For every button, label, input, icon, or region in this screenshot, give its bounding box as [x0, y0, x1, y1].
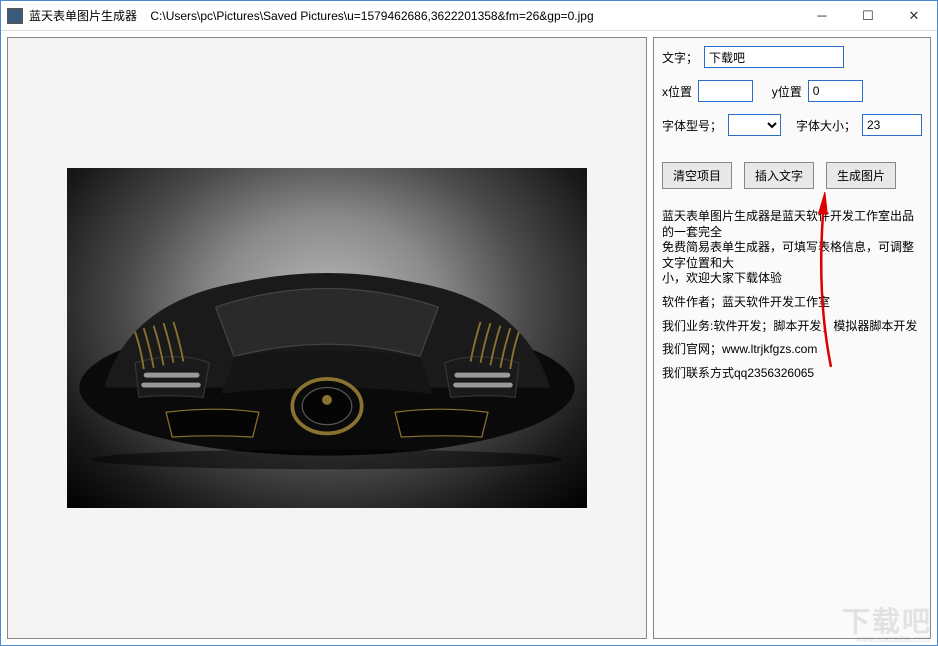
car-image: [67, 168, 587, 508]
fontsize-input[interactable]: [862, 114, 922, 136]
font-select[interactable]: [728, 114, 781, 136]
app-name: 蓝天表单图片生成器: [29, 9, 137, 23]
image-panel: [7, 37, 647, 639]
generate-image-button[interactable]: 生成图片: [826, 162, 896, 189]
info-contact: 我们联系方式qq2356326065: [662, 366, 922, 382]
info-text: 蓝天表单图片生成器是蓝天软件开发工作室出品的一套完全 免费简易表单生成器，可填写…: [662, 209, 922, 389]
fontsize-label: 字体大小；: [796, 117, 856, 134]
ypos-input[interactable]: [808, 80, 863, 102]
info-author: 软件作者；蓝天软件开发工作室: [662, 295, 922, 311]
minimize-button[interactable]: ─: [799, 1, 845, 30]
text-label: 文字；: [662, 49, 698, 66]
info-line3: 小，欢迎大家下载体验: [662, 271, 782, 285]
image-preview: [67, 168, 587, 508]
close-button[interactable]: ✕: [891, 1, 937, 30]
ypos-label: y位置: [772, 83, 802, 100]
xpos-label: x位置: [662, 83, 692, 100]
text-input[interactable]: [704, 46, 844, 68]
info-line2: 免费简易表单生成器，可填写表格信息，可调整文字位置和大: [662, 240, 914, 270]
info-line1: 蓝天表单图片生成器是蓝天软件开发工作室出品的一套完全: [662, 209, 914, 239]
xpos-input[interactable]: [698, 80, 753, 102]
titlebar: 蓝天表单图片生成器 C:\Users\pc\Pictures\Saved Pic…: [1, 1, 937, 31]
titlebar-text: 蓝天表单图片生成器 C:\Users\pc\Pictures\Saved Pic…: [29, 7, 799, 24]
insert-text-button[interactable]: 插入文字: [744, 162, 814, 189]
info-website: 我们官网；www.ltrjkfgzs.com: [662, 342, 922, 358]
maximize-button[interactable]: ☐: [845, 1, 891, 30]
controls-panel: 文字； x位置 y位置 字体型号； 字体大小； 清空项目: [653, 37, 931, 639]
app-icon: [7, 8, 23, 24]
info-business: 我们业务:软件开发；脚本开发；模拟器脚本开发: [662, 319, 922, 335]
font-label: 字体型号；: [662, 117, 722, 134]
window-controls: ─ ☐ ✕: [799, 1, 937, 30]
clear-button[interactable]: 清空项目: [662, 162, 732, 189]
file-path: C:\Users\pc\Pictures\Saved Pictures\u=15…: [150, 9, 593, 23]
